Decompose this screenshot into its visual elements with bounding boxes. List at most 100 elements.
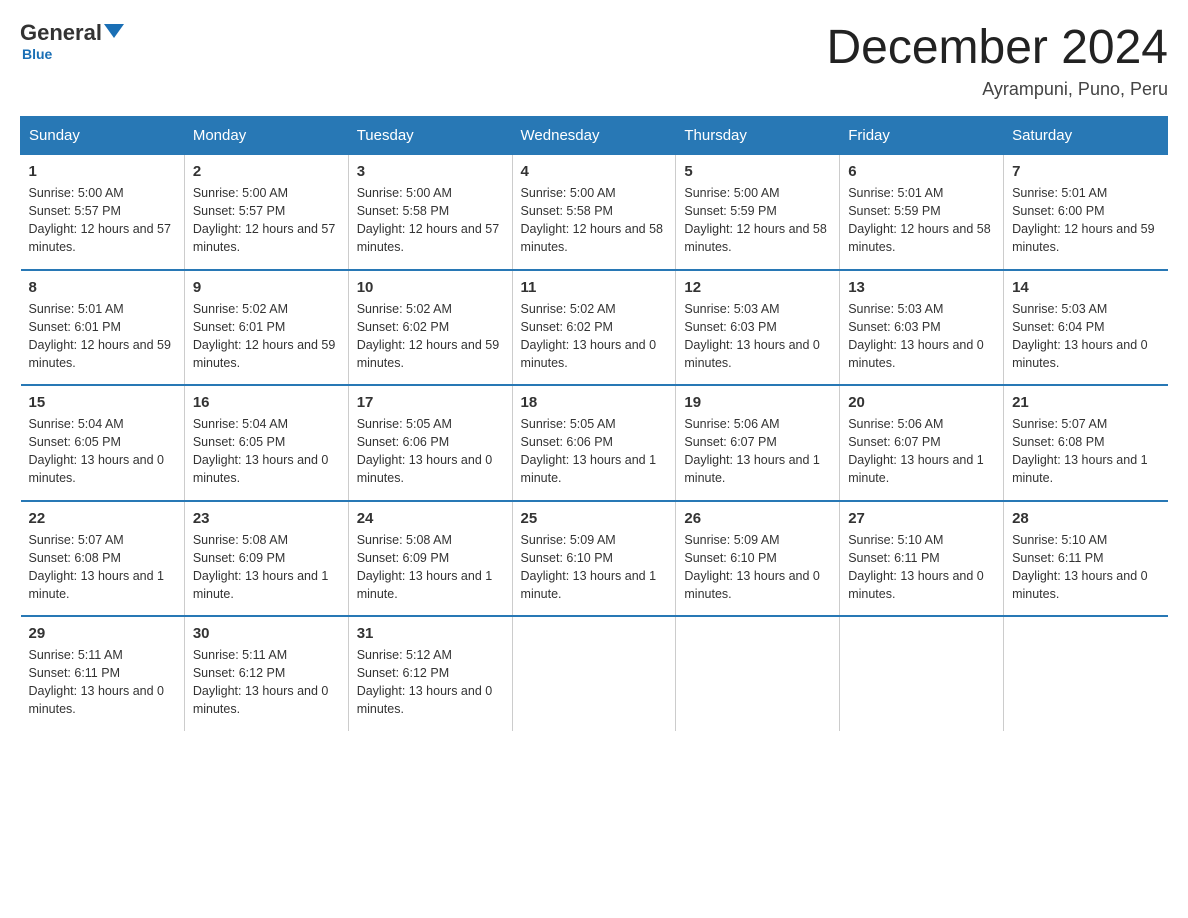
day-number: 14 (1012, 279, 1159, 296)
table-row: 27 Sunrise: 5:10 AMSunset: 6:11 PMDayligh… (840, 501, 1004, 617)
day-number: 5 (684, 163, 831, 180)
day-number: 27 (848, 510, 995, 527)
col-sunday: Sunday (21, 117, 185, 155)
title-area: December 2024 Ayrampuni, Puno, Peru (826, 20, 1168, 100)
table-row: 1 Sunrise: 5:00 AMSunset: 5:57 PMDaylight… (21, 155, 185, 270)
day-number: 10 (357, 279, 504, 296)
day-number: 9 (193, 279, 340, 296)
table-row: 14 Sunrise: 5:03 AMSunset: 6:04 PMDayligh… (1004, 270, 1168, 386)
day-info: Sunrise: 5:06 AMSunset: 6:07 PMDaylight:… (848, 415, 995, 488)
day-number: 2 (193, 163, 340, 180)
day-number: 18 (521, 394, 668, 411)
col-monday: Monday (184, 117, 348, 155)
day-number: 30 (193, 625, 340, 642)
table-row: 30 Sunrise: 5:11 AMSunset: 6:12 PMDayligh… (184, 616, 348, 731)
table-row: 13Sunrise: 5:03 AMSunset: 6:03 PMDayligh… (840, 270, 1004, 386)
day-info: Sunrise: 5:00 AMSunset: 5:59 PMDaylight:… (684, 184, 831, 257)
calendar-week-row: 29 Sunrise: 5:11 AMSunset: 6:11 PMDayligh… (21, 616, 1168, 731)
day-number: 22 (29, 510, 176, 527)
day-number: 11 (521, 279, 668, 296)
day-info: Sunrise: 5:10 AMSunset: 6:11 PMDaylight:… (848, 531, 995, 604)
table-row: 23 Sunrise: 5:08 AMSunset: 6:09 PMDayligh… (184, 501, 348, 617)
day-number: 6 (848, 163, 995, 180)
day-number: 25 (521, 510, 668, 527)
calendar-week-row: 1 Sunrise: 5:00 AMSunset: 5:57 PMDaylight… (21, 155, 1168, 270)
day-info: Sunrise: 5:08 AMSunset: 6:09 PMDaylight:… (357, 531, 504, 604)
day-number: 16 (193, 394, 340, 411)
table-row: 12 Sunrise: 5:03 AMSunset: 6:03 PMDayligh… (676, 270, 840, 386)
table-row: 28Sunrise: 5:10 AMSunset: 6:11 PMDayligh… (1004, 501, 1168, 617)
table-row: 4 Sunrise: 5:00 AMSunset: 5:58 PMDaylight… (512, 155, 676, 270)
day-info: Sunrise: 5:00 AMSunset: 5:57 PMDaylight:… (29, 184, 176, 257)
day-number: 31 (357, 625, 504, 642)
day-info: Sunrise: 5:07 AMSunset: 6:08 PMDaylight:… (1012, 415, 1159, 488)
day-info: Sunrise: 5:03 AMSunset: 6:03 PMDaylight:… (684, 300, 831, 373)
col-thursday: Thursday (676, 117, 840, 155)
day-number: 19 (684, 394, 831, 411)
day-info: Sunrise: 5:09 AMSunset: 6:10 PMDaylight:… (684, 531, 831, 604)
day-number: 3 (357, 163, 504, 180)
day-number: 29 (29, 625, 176, 642)
day-number: 23 (193, 510, 340, 527)
day-info: Sunrise: 5:00 AMSunset: 5:58 PMDaylight:… (357, 184, 504, 257)
day-info: Sunrise: 5:11 AMSunset: 6:11 PMDaylight:… (29, 646, 176, 719)
table-row: 6 Sunrise: 5:01 AMSunset: 5:59 PMDaylight… (840, 155, 1004, 270)
day-info: Sunrise: 5:01 AMSunset: 5:59 PMDaylight:… (848, 184, 995, 257)
day-info: Sunrise: 5:04 AMSunset: 6:05 PMDaylight:… (29, 415, 176, 488)
table-row: 2 Sunrise: 5:00 AMSunset: 5:57 PMDaylight… (184, 155, 348, 270)
table-row (1004, 616, 1168, 731)
day-info: Sunrise: 5:00 AMSunset: 5:57 PMDaylight:… (193, 184, 340, 257)
day-info: Sunrise: 5:03 AMSunset: 6:03 PMDaylight:… (848, 300, 995, 373)
day-number: 20 (848, 394, 995, 411)
day-info: Sunrise: 5:11 AMSunset: 6:12 PMDaylight:… (193, 646, 340, 719)
table-row: 22 Sunrise: 5:07 AMSunset: 6:08 PMDayligh… (21, 501, 185, 617)
table-row: 31 Sunrise: 5:12 AMSunset: 6:12 PMDayligh… (348, 616, 512, 731)
table-row: 5 Sunrise: 5:00 AMSunset: 5:59 PMDaylight… (676, 155, 840, 270)
table-row: 11 Sunrise: 5:02 AMSunset: 6:02 PMDayligh… (512, 270, 676, 386)
day-info: Sunrise: 5:04 AMSunset: 6:05 PMDaylight:… (193, 415, 340, 488)
day-info: Sunrise: 5:05 AMSunset: 6:06 PMDaylight:… (521, 415, 668, 488)
day-info: Sunrise: 5:10 AMSunset: 6:11 PMDaylight:… (1012, 531, 1159, 604)
col-saturday: Saturday (1004, 117, 1168, 155)
calendar-header-row: Sunday Monday Tuesday Wednesday Thursday… (21, 117, 1168, 155)
col-tuesday: Tuesday (348, 117, 512, 155)
table-row: 16 Sunrise: 5:04 AMSunset: 6:05 PMDayligh… (184, 385, 348, 501)
day-info: Sunrise: 5:09 AMSunset: 6:10 PMDaylight:… (521, 531, 668, 604)
day-info: Sunrise: 5:08 AMSunset: 6:09 PMDaylight:… (193, 531, 340, 604)
day-info: Sunrise: 5:01 AMSunset: 6:00 PMDaylight:… (1012, 184, 1159, 257)
table-row: 8Sunrise: 5:01 AMSunset: 6:01 PMDaylight… (21, 270, 185, 386)
day-info: Sunrise: 5:01 AMSunset: 6:01 PMDaylight:… (29, 300, 176, 373)
table-row: 9Sunrise: 5:02 AMSunset: 6:01 PMDaylight… (184, 270, 348, 386)
day-info: Sunrise: 5:07 AMSunset: 6:08 PMDaylight:… (29, 531, 176, 604)
day-number: 12 (684, 279, 831, 296)
table-row: 15 Sunrise: 5:04 AMSunset: 6:05 PMDayligh… (21, 385, 185, 501)
day-number: 1 (29, 163, 176, 180)
day-info: Sunrise: 5:00 AMSunset: 5:58 PMDaylight:… (521, 184, 668, 257)
calendar-table: Sunday Monday Tuesday Wednesday Thursday… (20, 116, 1168, 731)
table-row (512, 616, 676, 731)
calendar-week-row: 8Sunrise: 5:01 AMSunset: 6:01 PMDaylight… (21, 270, 1168, 386)
col-wednesday: Wednesday (512, 117, 676, 155)
day-info: Sunrise: 5:02 AMSunset: 6:02 PMDaylight:… (357, 300, 504, 373)
table-row: 17Sunrise: 5:05 AMSunset: 6:06 PMDayligh… (348, 385, 512, 501)
day-number: 24 (357, 510, 504, 527)
day-info: Sunrise: 5:12 AMSunset: 6:12 PMDaylight:… (357, 646, 504, 719)
day-info: Sunrise: 5:06 AMSunset: 6:07 PMDaylight:… (684, 415, 831, 488)
day-number: 21 (1012, 394, 1159, 411)
table-row: 19 Sunrise: 5:06 AMSunset: 6:07 PMDayligh… (676, 385, 840, 501)
day-info: Sunrise: 5:03 AMSunset: 6:04 PMDaylight:… (1012, 300, 1159, 373)
location-text: Ayrampuni, Puno, Peru (826, 79, 1168, 100)
day-number: 4 (521, 163, 668, 180)
table-row: 7Sunrise: 5:01 AMSunset: 6:00 PMDaylight… (1004, 155, 1168, 270)
day-info: Sunrise: 5:02 AMSunset: 6:02 PMDaylight:… (521, 300, 668, 373)
col-friday: Friday (840, 117, 1004, 155)
month-title: December 2024 (826, 20, 1168, 75)
table-row (676, 616, 840, 731)
table-row: 18 Sunrise: 5:05 AMSunset: 6:06 PMDayligh… (512, 385, 676, 501)
table-row: 25 Sunrise: 5:09 AMSunset: 6:10 PMDayligh… (512, 501, 676, 617)
logo-blue-text: Blue (22, 46, 52, 62)
day-number: 15 (29, 394, 176, 411)
table-row: 20 Sunrise: 5:06 AMSunset: 6:07 PMDayligh… (840, 385, 1004, 501)
logo-general-text: General (20, 20, 102, 46)
table-row: 3 Sunrise: 5:00 AMSunset: 5:58 PMDaylight… (348, 155, 512, 270)
